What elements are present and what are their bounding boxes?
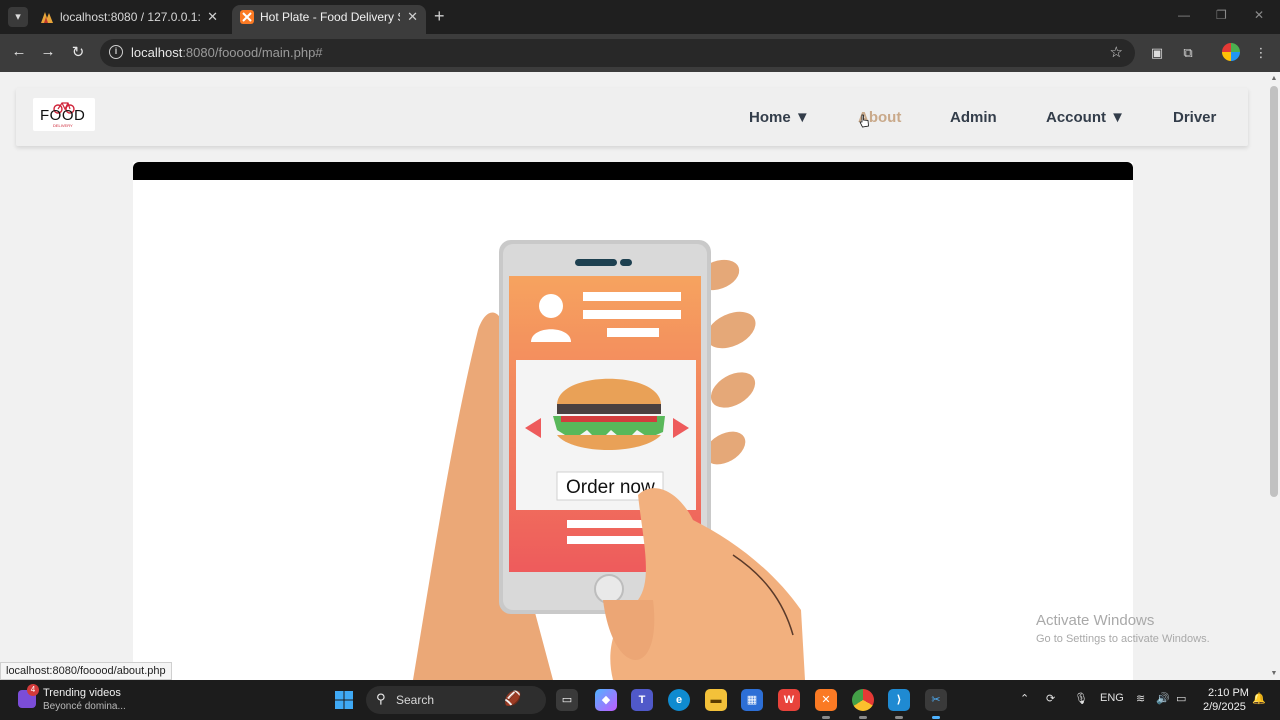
tray-overflow-icon[interactable]: ⌃	[1020, 692, 1029, 705]
url-host: localhost	[131, 45, 183, 60]
taskbar-search[interactable]: ⚲ Search 🏈	[366, 686, 546, 714]
url-path: :8080/fooood/main.php#	[182, 45, 323, 60]
tab-phpmyadmin[interactable]: localhost:8080 / 127.0.0.1:3307 ✕	[32, 5, 226, 34]
nav-home[interactable]: Home ▼	[749, 109, 810, 126]
nav-account[interactable]: Account ▼	[1046, 109, 1125, 126]
running-indicator	[895, 716, 903, 719]
profile-avatar[interactable]	[1222, 43, 1240, 61]
xampp-taskbar-icon[interactable]: ✕	[815, 689, 837, 711]
status-bar-link: localhost:8080/fooood/about.php	[0, 662, 172, 680]
page-viewport: FOOD DELIVERY Home ▼ About Admin Account…	[0, 72, 1268, 680]
windows-activation-watermark: Activate Windows Go to Settings to activ…	[1036, 612, 1210, 645]
hero-section: Order now	[133, 162, 1133, 680]
search-label: Search	[396, 693, 435, 707]
site-navbar: FOOD DELIVERY Home ▼ About Admin Account…	[16, 88, 1248, 146]
extensions-icon[interactable]: ⧉	[1179, 44, 1197, 62]
volume-icon[interactable]: 🔊	[1156, 692, 1170, 705]
scroll-up-arrow-icon[interactable]: ▲	[1270, 75, 1278, 82]
store-icon[interactable]: ▦	[741, 689, 763, 711]
phone-order-illustration: Order now	[413, 240, 805, 680]
forward-icon[interactable]: →	[38, 43, 58, 60]
bookmark-star-icon[interactable]: ☆	[1110, 43, 1123, 61]
wps-icon[interactable]: W	[778, 689, 800, 711]
notification-bell-icon[interactable]: 🔔	[1252, 692, 1266, 705]
menu-kebab-icon[interactable]: ⋮	[1252, 44, 1270, 62]
xampp-icon	[240, 10, 254, 24]
clock-time[interactable]: 2:10 PM	[1208, 687, 1249, 699]
site-logo[interactable]: FOOD DELIVERY	[33, 98, 95, 131]
reload-icon[interactable]: ↻	[68, 43, 88, 61]
teams-icon[interactable]: T	[631, 689, 653, 711]
nav-admin[interactable]: Admin	[950, 109, 997, 126]
page-scrollbar[interactable]: ▲ ▼	[1268, 72, 1280, 680]
screen-cast-icon[interactable]: ▣	[1148, 44, 1166, 62]
tab-hot-plate[interactable]: Hot Plate - Food Delivery Servi ✕	[232, 5, 426, 34]
scroll-down-arrow-icon[interactable]: ▼	[1270, 670, 1278, 677]
window-close-icon[interactable]: ✕	[1254, 8, 1264, 22]
running-indicator	[859, 716, 867, 719]
widget-title[interactable]: Trending videos	[43, 687, 121, 699]
task-view-icon[interactable]: ▭	[556, 689, 578, 711]
edge-icon[interactable]: e	[668, 689, 690, 711]
new-tab-button[interactable]: +	[434, 6, 445, 27]
widget-subtitle[interactable]: Beyoncé domina...	[43, 701, 126, 712]
close-icon[interactable]: ✕	[407, 5, 418, 29]
close-icon[interactable]: ✕	[207, 5, 218, 29]
file-explorer-icon[interactable]: ▬	[705, 689, 727, 711]
tab-title: localhost:8080 / 127.0.0.1:3307	[60, 10, 200, 24]
url-text[interactable]: localhost:8080/fooood/main.php#	[131, 45, 323, 60]
active-indicator	[932, 716, 940, 719]
site-info-icon[interactable]: i	[109, 45, 123, 59]
search-highlight-icon: 🏈	[504, 690, 522, 706]
tab-strip: ▾ localhost:8080 / 127.0.0.1:3307 ✕ Hot …	[0, 0, 1280, 34]
back-icon[interactable]: ←	[9, 43, 29, 60]
address-bar[interactable]: i localhost:8080/fooood/main.php# ☆	[100, 39, 1135, 67]
maximize-icon[interactable]: ❐	[1216, 8, 1227, 22]
browser-toolbar: ← → ↻ i localhost:8080/fooood/main.php# …	[0, 34, 1280, 72]
minimize-icon[interactable]: —	[1178, 8, 1190, 22]
clock-date[interactable]: 2/9/2025	[1203, 701, 1246, 713]
hero-top-bar	[133, 162, 1133, 180]
logo-subtext: DELIVERY	[53, 123, 73, 128]
hand-pointer-icon	[859, 114, 869, 128]
notification-badge: 4	[27, 684, 39, 696]
phpmyadmin-icon	[41, 12, 53, 23]
watermark-subtitle: Go to Settings to activate Windows.	[1036, 633, 1210, 645]
logo-text: FOOD	[40, 107, 86, 124]
watermark-title: Activate Windows	[1036, 612, 1155, 629]
scroll-thumb[interactable]	[1270, 86, 1278, 497]
battery-icon[interactable]: ▭	[1176, 692, 1186, 705]
windows-taskbar: 4 Trending videos Beyoncé domina... ⚲ Se…	[0, 680, 1280, 720]
windows-start-icon[interactable]	[334, 690, 354, 710]
chrome-icon[interactable]	[852, 689, 874, 711]
language-indicator[interactable]: ENG	[1100, 692, 1124, 704]
copilot-icon[interactable]: ◆	[595, 689, 617, 711]
search-icon: ⚲	[376, 691, 386, 706]
tab-search-button[interactable]: ▾	[8, 7, 28, 27]
running-indicator	[822, 716, 830, 719]
snipping-tool-icon[interactable]: ✂	[925, 689, 947, 711]
wifi-icon[interactable]: ≋	[1136, 692, 1145, 705]
tab-title: Hot Plate - Food Delivery Servi	[260, 10, 400, 24]
vscode-icon[interactable]: ⟩	[888, 689, 910, 711]
nav-driver[interactable]: Driver	[1173, 109, 1216, 126]
microphone-icon[interactable]: 🎙	[1074, 692, 1088, 705]
sync-icon[interactable]: ⟳	[1046, 692, 1055, 705]
